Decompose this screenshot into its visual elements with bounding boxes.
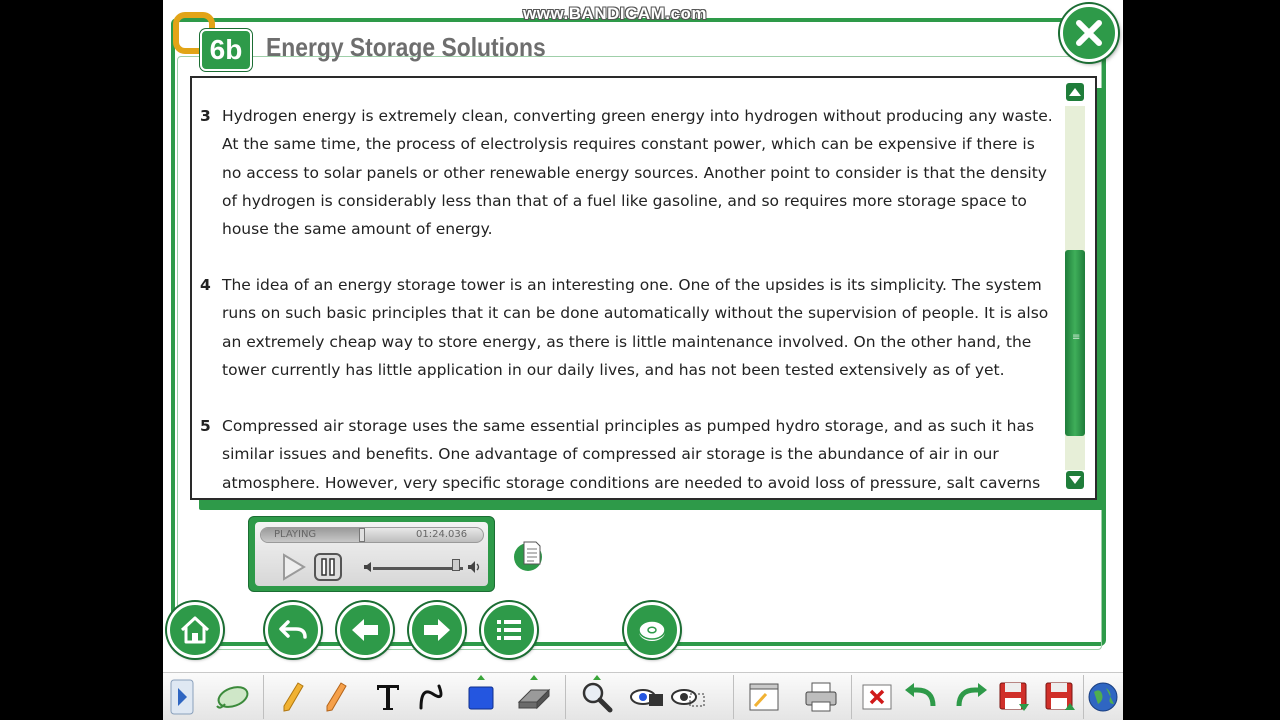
redo-annotation-button[interactable] [953,679,989,715]
pause-button[interactable] [313,552,343,582]
scrollbar-grip-icon: ≡ [1072,332,1081,343]
eraser-tool-button[interactable] [515,679,551,715]
highlighter-icon [326,682,347,712]
paragraph-text: Compressed air storage uses the same ess… [222,417,1041,492]
home-icon [180,616,210,644]
eraser-icon [517,688,551,710]
player-time: 01:24.036 [416,529,468,540]
audio-player-body: PLAYING 01:24.036 [255,522,488,586]
delete-icon [862,684,892,710]
paragraph-4: 4 The idea of an energy storage tower is… [200,271,1055,384]
pen-tool-button[interactable] [275,679,311,715]
scroll-down-button[interactable] [1065,470,1085,490]
mouse-tool-button[interactable] [215,679,251,715]
audio-player: PLAYING 01:24.036 [248,516,495,592]
reveal-tool-button[interactable] [629,679,665,715]
disc-icon [638,620,666,641]
text-tool-button[interactable] [370,679,406,715]
web-link-button[interactable] [1085,679,1121,715]
printer-icon [805,682,837,712]
paragraph-5: 5 Compressed air storage uses the same e… [200,412,1055,497]
audio-cd-button[interactable] [624,602,680,658]
close-button[interactable] [1060,4,1118,62]
scroll-up-button[interactable] [1065,82,1085,102]
globe-icon [1088,682,1118,712]
shape-tool-button[interactable] [463,679,499,715]
volume-slider[interactable] [373,567,463,570]
save-button[interactable] [996,679,1032,715]
floppy-save-icon [999,682,1029,711]
zoom-tool-button[interactable] [579,679,615,715]
previous-page-button[interactable] [337,602,393,658]
eye-icon [630,689,663,706]
redo-arrow-icon [956,683,987,707]
toolbar-separator [851,675,852,719]
chevron-down-icon [1066,471,1084,489]
curve-icon [419,684,443,710]
volume-low-icon [364,562,371,572]
pause-icon [314,553,342,581]
volume-knob[interactable] [451,559,460,571]
back-button[interactable] [265,602,321,658]
annotation-toolbar [163,672,1123,720]
close-icon [1076,20,1102,46]
triangle-right-icon [170,679,194,715]
scrollbar-thumb[interactable] [1065,250,1085,436]
magnifier-icon [582,682,613,713]
undo-icon [279,620,307,639]
arrow-right-icon [424,619,450,641]
chevron-up-icon [1066,83,1084,101]
mouse-icon [216,686,249,709]
paragraph-number: 4 [200,276,211,294]
notes-tool-button[interactable] [746,679,782,715]
ebook-app: www.BANDICAM.com 6b Energy Storage Solut… [163,0,1123,720]
eye-hide-icon [671,689,705,707]
bandicam-watermark: www.BANDICAM.com [523,4,707,23]
list-icon [497,620,521,640]
print-button[interactable] [803,679,839,715]
paragraph-text: The idea of an energy storage tower is a… [222,276,1049,379]
contents-menu-button[interactable] [481,602,537,658]
undo-arrow-icon [905,683,936,707]
toolbar-separator [733,675,734,719]
paragraph-number: 3 [200,107,211,125]
undo-annotation-button[interactable] [903,679,939,715]
pen-icon [283,682,304,712]
audio-progress-knob[interactable] [358,528,365,542]
play-button[interactable] [278,552,308,582]
toolbar-separator [263,675,264,719]
freehand-tool-button[interactable] [415,679,451,715]
player-status: PLAYING [274,529,317,540]
text-icon [377,685,399,710]
paragraph-number: 5 [200,417,211,435]
document-icon [514,541,542,571]
load-button[interactable] [1042,679,1078,715]
note-icon [749,683,779,711]
paragraph-3: 3 Hydrogen energy is extremely clean, co… [200,102,1055,243]
toolbar-separator [1083,675,1084,719]
content-panel[interactable]: 3 Hydrogen energy is extremely clean, co… [190,76,1097,500]
next-page-button[interactable] [409,602,465,658]
hide-tool-button[interactable] [670,679,706,715]
floppy-load-icon [1045,682,1075,710]
transcript-button[interactable] [513,538,543,572]
arrow-left-icon [352,619,378,641]
play-icon [283,553,306,581]
square-icon [468,686,494,710]
paragraph-text: Hydrogen energy is extremely clean, conv… [222,107,1053,239]
toolbar-collapse-button[interactable] [167,679,197,715]
home-button[interactable] [167,602,223,658]
highlighter-tool-button[interactable] [318,679,354,715]
unit-badge: 6b [200,29,252,71]
toolbar-separator [565,675,566,719]
volume-high-icon [468,561,480,573]
clear-annotations-button[interactable] [859,679,895,715]
page-title: Energy Storage Solutions [266,32,546,62]
